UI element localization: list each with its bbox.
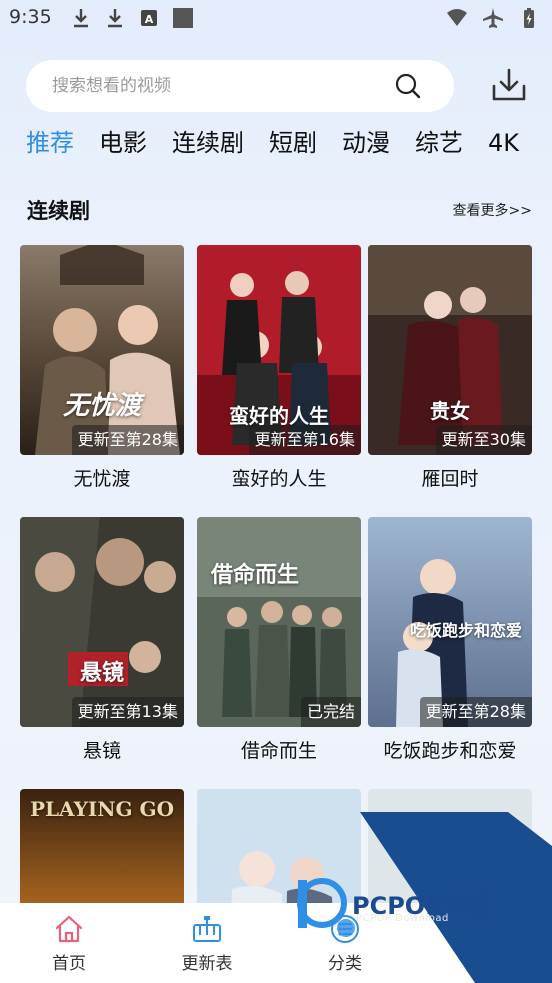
nav-profile[interactable]: 我的 — [443, 913, 523, 974]
poster-art — [20, 517, 184, 727]
card-title[interactable]: 雁回时 — [368, 464, 532, 491]
tab-variety[interactable]: 综艺 — [415, 125, 463, 165]
nav-home[interactable]: 首页 — [29, 913, 109, 974]
status-notification-icons: A — [70, 7, 194, 29]
poster-image[interactable]: 贵女 更新至30集 — [368, 245, 532, 455]
status-time: 9:35 — [9, 6, 52, 28]
nav-category-label: 分类 — [328, 954, 362, 974]
episode-badge: 已完结 — [300, 697, 361, 727]
video-card[interactable]: 贵女 更新至30集 雁回时 — [368, 245, 532, 491]
wifi-icon — [447, 9, 467, 26]
episode-badge: 更新至30集 — [435, 425, 532, 455]
download-icon — [108, 9, 122, 28]
download-manager-button[interactable] — [490, 66, 528, 104]
video-card[interactable]: 无忧渡 更新至第28集 无忧渡 — [20, 245, 184, 491]
search-icon[interactable] — [394, 72, 422, 100]
tab-anime[interactable]: 动漫 — [342, 125, 390, 165]
episode-badge: 更新至第16集 — [248, 425, 361, 455]
poster-art — [197, 517, 361, 727]
poster-image[interactable]: 吃饭跑步和恋爱 更新至第28集 — [368, 517, 532, 727]
home-icon — [55, 915, 83, 943]
poster-title-art: 无忧渡 — [62, 391, 141, 421]
card-title[interactable]: 悬镜 — [20, 736, 184, 763]
nav-schedule-label: 更新表 — [181, 954, 233, 974]
poster-title-art: 悬镜 — [79, 660, 124, 686]
card-title[interactable]: 无忧渡 — [20, 464, 184, 491]
poster-image[interactable]: 悬镜 更新至第13集 — [20, 517, 184, 727]
poster-image[interactable]: 借命而生 已完结 — [197, 517, 361, 727]
episode-badge: 更新至第28集 — [71, 425, 184, 455]
episode-badge: 更新至第13集 — [71, 697, 184, 727]
poster-title-art: 吃饭跑步和恋爱 — [409, 621, 522, 640]
video-card[interactable]: 悬镜 更新至第13集 悬镜 — [20, 517, 184, 763]
video-card[interactable]: 吃饭跑步和恋爱 更新至第28集 吃饭跑步和恋爱 — [368, 517, 532, 763]
status-bar: 9:35 A — [0, 0, 552, 38]
category-icon — [331, 915, 359, 943]
profile-icon — [471, 917, 495, 943]
poster-title-art: 贵女 — [430, 399, 470, 423]
search-input[interactable] — [52, 72, 382, 100]
square-icon — [173, 8, 193, 28]
card-title[interactable]: 蛮好的人生 — [197, 464, 361, 491]
poster-image[interactable]: 无忧渡 更新至第28集 — [20, 245, 184, 455]
tab-short-drama[interactable]: 短剧 — [269, 125, 317, 165]
battery-icon — [524, 8, 534, 28]
video-card[interactable]: 借命而生 已完结 借命而生 — [197, 517, 361, 763]
airplane-icon — [483, 8, 503, 28]
see-more-link[interactable]: 查看更多>> — [453, 200, 532, 220]
nav-profile-label: 我的 — [466, 954, 500, 974]
svg-text:A: A — [145, 13, 154, 26]
tab-movies[interactable]: 电影 — [99, 125, 147, 165]
download-icon — [74, 9, 88, 28]
poster-title-art: 借命而生 — [211, 562, 300, 588]
category-tabs: 推荐 电影 连续剧 短剧 动漫 综艺 4K — [26, 125, 552, 165]
poster-art — [20, 245, 184, 455]
status-system-icons — [446, 7, 540, 29]
schedule-icon — [193, 916, 221, 942]
search-bar[interactable] — [26, 60, 454, 112]
tab-4k[interactable]: 4K — [488, 125, 519, 165]
poster-title-art: PLAYING GO — [29, 797, 175, 821]
tab-series[interactable]: 连续剧 — [172, 125, 244, 165]
nav-schedule[interactable]: 更新表 — [167, 913, 247, 974]
font-a-icon: A — [141, 10, 157, 26]
poster-image[interactable]: 蛮好的人生 更新至第16集 — [197, 245, 361, 455]
card-title[interactable]: 借命而生 — [197, 736, 361, 763]
nav-home-label: 首页 — [52, 954, 86, 974]
tab-recommend[interactable]: 推荐 — [26, 125, 74, 165]
section-title: 连续剧 — [27, 199, 90, 223]
episode-badge: 更新至第28集 — [419, 697, 532, 727]
bottom-navigation: 首页 更新表 分类 我的 — [0, 903, 552, 983]
video-card[interactable]: 蛮好的人生 更新至第16集 蛮好的人生 — [197, 245, 361, 491]
nav-category[interactable]: 分类 — [305, 913, 385, 974]
card-title[interactable]: 吃饭跑步和恋爱 — [368, 736, 532, 763]
